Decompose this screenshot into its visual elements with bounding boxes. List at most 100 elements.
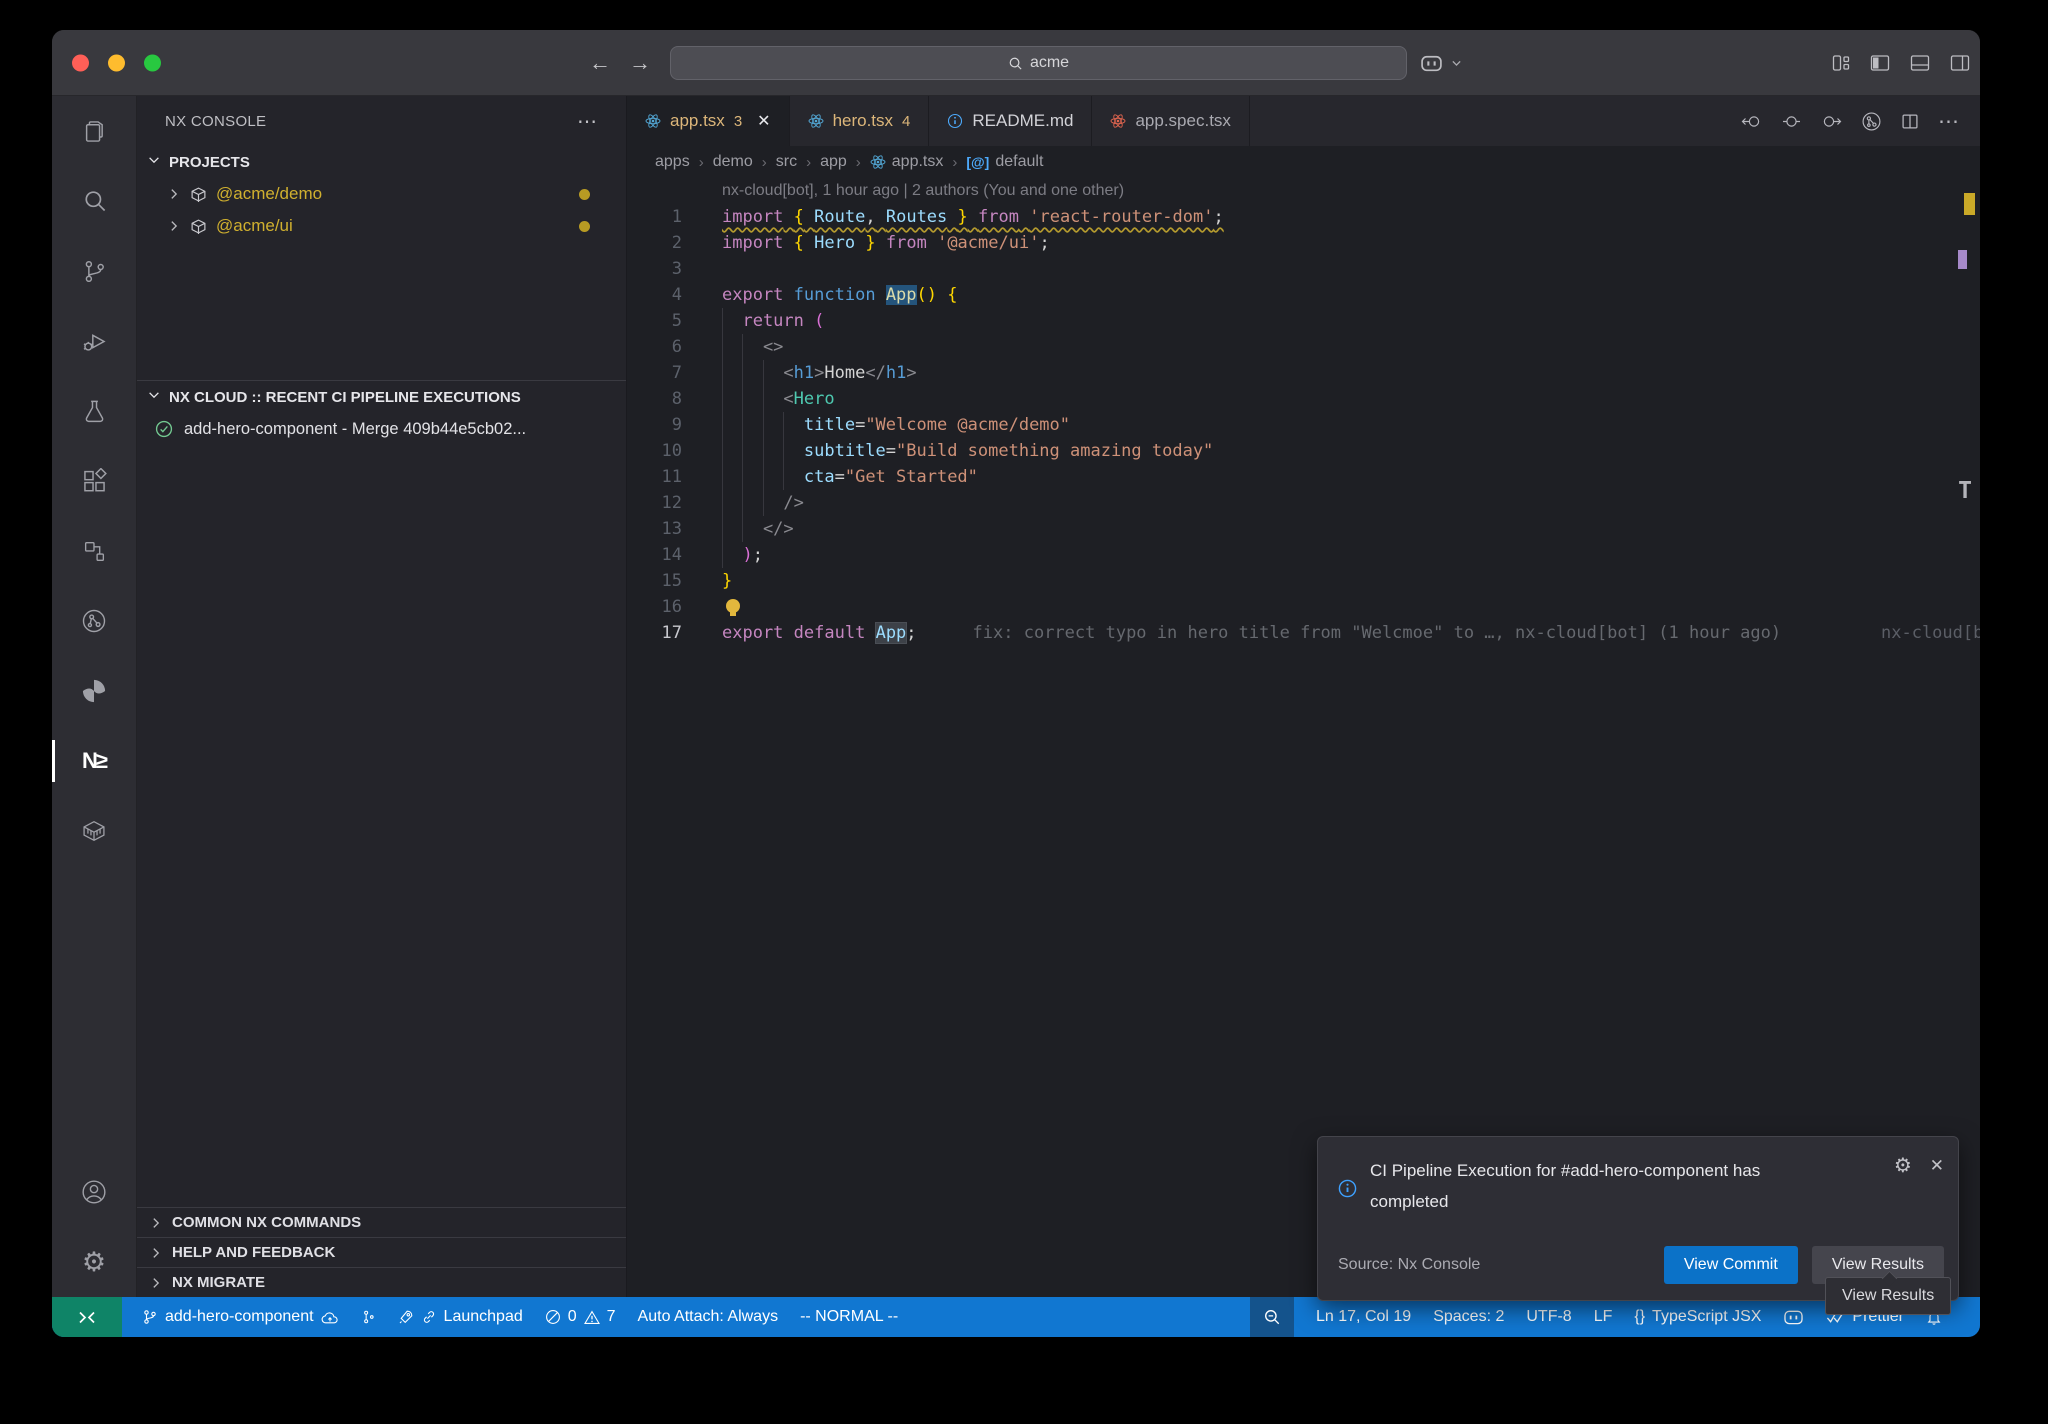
- lightbulb-icon[interactable]: [726, 599, 740, 613]
- history-forward-button[interactable]: →: [629, 50, 651, 76]
- token: export: [722, 285, 783, 305]
- statusbar-item[interactable]: Launchpad: [398, 1308, 523, 1326]
- statusbar-item[interactable]: 07: [545, 1308, 616, 1326]
- collapsed-section-nx-migrate[interactable]: NX MIGRATE: [137, 1267, 626, 1297]
- activity-item-references[interactable]: [52, 516, 136, 586]
- customize-layout-icon[interactable]: [1832, 55, 1851, 72]
- indent-guide: [763, 438, 783, 464]
- indent-guide: [742, 386, 762, 412]
- token: [876, 285, 886, 305]
- indent-guide: [742, 490, 762, 516]
- token: Route: [814, 207, 865, 227]
- section-projects[interactable]: PROJECTS: [137, 146, 626, 178]
- tab-close-icon[interactable]: ✕: [757, 111, 770, 131]
- toggle-secondary-sidebar-icon[interactable]: [1950, 55, 1970, 72]
- breadcrumb-item[interactable]: apps: [655, 153, 690, 171]
- tab-app.tsx[interactable]: app.tsx3✕: [627, 96, 790, 146]
- pipeline-execution-item[interactable]: add-hero-component - Merge 409b44e5cb02.…: [137, 413, 626, 445]
- tab-app.spec.tsx[interactable]: app.spec.tsx: [1092, 96, 1249, 146]
- project-tree-item[interactable]: @acme/demo: [137, 178, 626, 210]
- activity-item-container[interactable]: [52, 796, 136, 866]
- activity-item-nx-console[interactable]: N≥: [52, 726, 136, 796]
- minimize-window-button[interactable]: [108, 55, 125, 72]
- statusbar-item[interactable]: LF: [1594, 1308, 1613, 1326]
- statusbar-item[interactable]: [361, 1309, 376, 1325]
- close-window-button[interactable]: [72, 55, 89, 72]
- account-icon: [80, 1178, 108, 1206]
- more-icon[interactable]: ⋯: [1938, 109, 1960, 134]
- code-line: 15}: [627, 568, 1980, 594]
- token: >: [814, 363, 824, 383]
- token: App: [876, 623, 907, 643]
- nav-back-icon[interactable]: [1741, 113, 1762, 130]
- indent-guide: [722, 386, 742, 412]
- activity-item-project-graph[interactable]: [52, 586, 136, 656]
- maximize-window-button[interactable]: [144, 55, 161, 72]
- chevron-right-icon: [167, 187, 181, 201]
- statusbar-item[interactable]: {}TypeScript JSX: [1634, 1308, 1761, 1326]
- activity-item-run-debug[interactable]: [52, 306, 136, 376]
- code-text: return (: [682, 308, 824, 334]
- breadcrumb-item[interactable]: [@]default: [966, 153, 1043, 171]
- code-editor[interactable]: nx-cloud[bot], 1 hour ago | 2 authors (Y…: [627, 178, 1980, 1297]
- breadcrumb-item[interactable]: demo: [713, 153, 753, 171]
- breadcrumb-item[interactable]: app: [820, 153, 847, 171]
- breadcrumb-item[interactable]: app.tsx: [870, 153, 944, 171]
- nx-graph-icon[interactable]: [1861, 111, 1882, 132]
- blame-clipped-text: nx-cloud[b: [1881, 620, 1980, 646]
- statusbar-item[interactable]: [1783, 1308, 1804, 1326]
- sidebar-collapsed-sections: COMMON NX COMMANDSHELP AND FEEDBACKNX MI…: [137, 1207, 626, 1297]
- activity-item-source-control[interactable]: [52, 236, 136, 306]
- collapsed-section-common-nx-commands[interactable]: COMMON NX COMMANDS: [137, 1207, 626, 1237]
- toggle-panel-icon[interactable]: [1910, 55, 1930, 72]
- collapsed-section-help-and-feedback[interactable]: HELP AND FEEDBACK: [137, 1237, 626, 1267]
- copilot-chevron-icon[interactable]: [1450, 57, 1463, 70]
- token: cta: [804, 467, 835, 487]
- nx-cloud-label: NX CLOUD :: RECENT CI PIPELINE EXECUTION…: [169, 389, 521, 406]
- statusbar-item[interactable]: add-hero-component: [142, 1308, 339, 1326]
- remote-indicator[interactable]: [52, 1297, 122, 1337]
- split-editor-icon[interactable]: [1901, 113, 1919, 130]
- activity-item-account[interactable]: [52, 1157, 136, 1227]
- chevron-right-icon: [149, 1216, 163, 1230]
- statusbar-item[interactable]: Ln 17, Col 19: [1316, 1308, 1411, 1326]
- activity-item-testing[interactable]: [52, 376, 136, 446]
- line-number: 8: [627, 386, 682, 412]
- nav-circle-icon[interactable]: [1781, 113, 1802, 130]
- statusbar-item[interactable]: UTF-8: [1526, 1308, 1571, 1326]
- explorer-icon: [81, 118, 108, 145]
- notification-close-icon[interactable]: ✕: [1930, 1156, 1944, 1176]
- token: return: [742, 311, 803, 331]
- statusbar-item[interactable]: Auto Attach: Always: [638, 1308, 779, 1326]
- activity-item-explorer[interactable]: [52, 96, 136, 166]
- line-number: 5: [627, 308, 682, 334]
- token: {: [794, 207, 804, 227]
- token: [783, 285, 793, 305]
- activity-item-search[interactable]: [52, 166, 136, 236]
- nav-forward-icon[interactable]: [1821, 113, 1842, 130]
- token: [927, 233, 937, 253]
- statusbar-text: add-hero-component: [165, 1308, 314, 1326]
- statusbar-text: LF: [1594, 1308, 1613, 1326]
- section-nx-cloud[interactable]: NX CLOUD :: RECENT CI PIPELINE EXECUTION…: [137, 381, 626, 413]
- notification-settings-icon[interactable]: ⚙: [1894, 1153, 1912, 1178]
- view-commit-button[interactable]: View Commit: [1664, 1246, 1798, 1284]
- command-center-search[interactable]: acme: [670, 46, 1407, 80]
- project-tree-item[interactable]: @acme/ui: [137, 210, 626, 242]
- copilot-icon[interactable]: [1420, 53, 1443, 73]
- token: '@acme/ui': [937, 233, 1039, 253]
- zoom-status-item[interactable]: [1250, 1297, 1294, 1337]
- token: App: [886, 285, 917, 305]
- history-back-button[interactable]: ←: [589, 50, 611, 76]
- tab-README.md[interactable]: README.md: [929, 96, 1092, 146]
- toggle-sidebar-icon[interactable]: [1870, 55, 1890, 72]
- activity-item-extensions[interactable]: [52, 446, 136, 516]
- statusbar-item[interactable]: Spaces: 2: [1433, 1308, 1504, 1326]
- tab-hero.tsx[interactable]: hero.tsx4: [790, 96, 930, 146]
- indent-guide: [763, 360, 783, 386]
- sidebar-more-actions[interactable]: ⋯: [577, 109, 598, 134]
- activity-item-cloud-swirl[interactable]: [52, 656, 136, 726]
- breadcrumb-item[interactable]: src: [776, 153, 797, 171]
- statusbar-item[interactable]: -- NORMAL --: [800, 1308, 898, 1326]
- activity-item-settings[interactable]: ⚙: [52, 1227, 136, 1297]
